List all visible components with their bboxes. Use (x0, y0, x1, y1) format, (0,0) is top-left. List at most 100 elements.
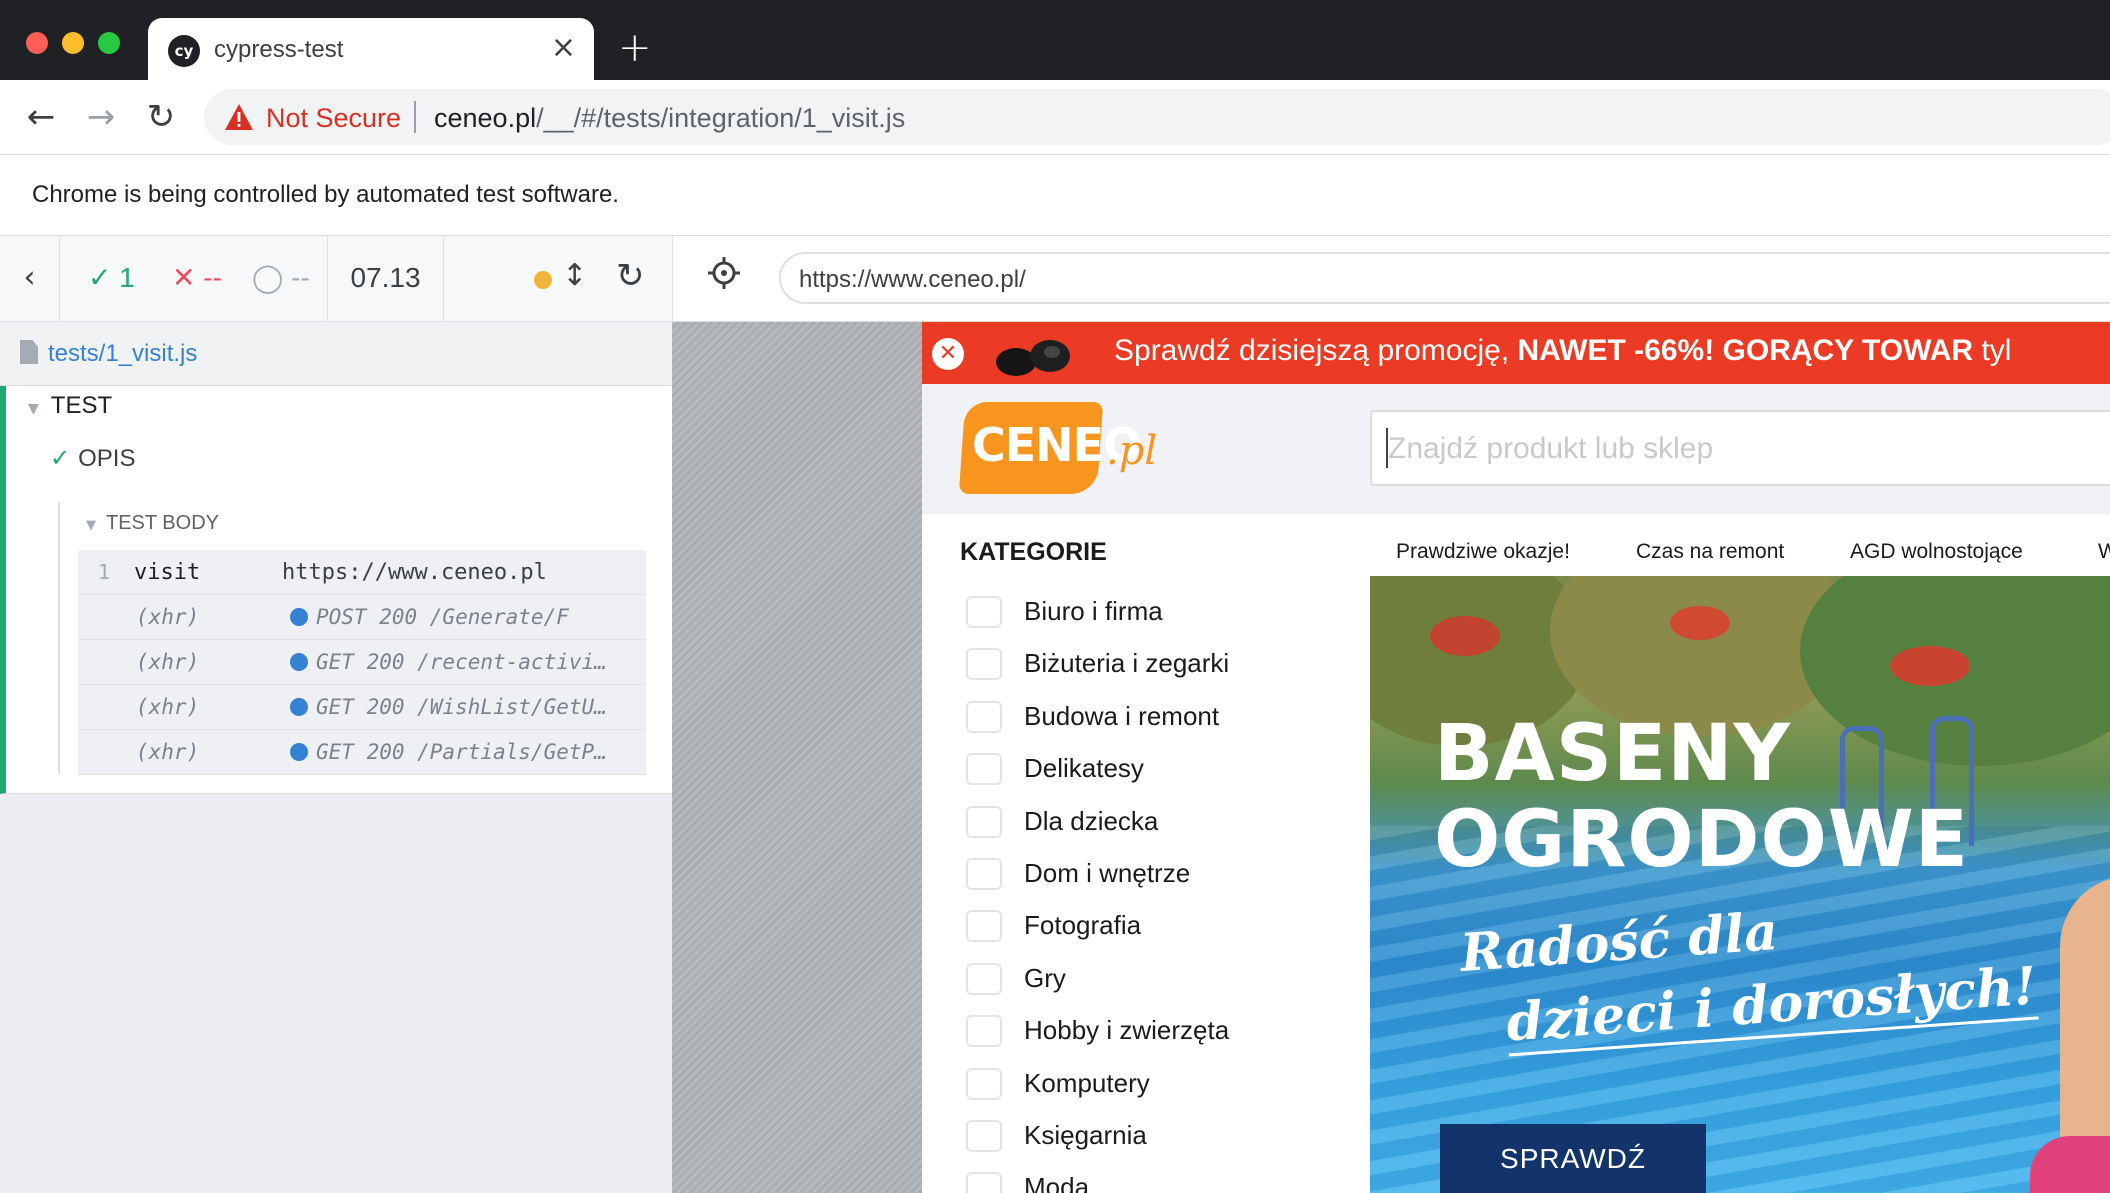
test-stats: ✓ 1 ✕ -- ◯ -- (60, 236, 328, 322)
category-icon (966, 962, 1002, 995)
not-secure-label[interactable]: Not Secure (266, 103, 401, 134)
logo-suffix: .pl (1106, 428, 1158, 474)
category-icon (966, 805, 1002, 838)
category-icon (966, 910, 1002, 943)
reload-icon[interactable]: ↻ (136, 92, 186, 142)
tab-close-icon[interactable]: × (551, 30, 576, 66)
promo-bar[interactable]: ✕ Sprawdź dzisiejszą promocję, NAWET -66… (922, 322, 2110, 384)
failed-stat[interactable]: ✕ -- (172, 262, 222, 294)
category-item[interactable]: Fotografia (966, 902, 1266, 954)
flower-shape (1430, 616, 1500, 656)
top-link[interactable]: AGD wolnostojące (1850, 540, 2023, 564)
category-label: Dom i wnętrze (1024, 857, 1191, 888)
banner-headline-1: BASENY (1434, 709, 1792, 799)
site-header: CENEO .pl Znajdź produkt lub sklep (922, 384, 2110, 514)
running-indicator-icon (534, 271, 552, 289)
aut-viewport-background (672, 322, 922, 1193)
category-item[interactable]: Dla dziecka (966, 798, 1266, 850)
category-item[interactable]: Biżuteria i zegarki (966, 640, 1266, 692)
command-message: POST 200 /Generate/F (316, 605, 569, 629)
check-icon: ✓ (88, 261, 112, 294)
top-links: Prawdziwe okazje! Czas na remont AGD wol… (1396, 540, 2110, 570)
command-row[interactable]: 1 visit https://www.ceneo.pl (78, 550, 646, 595)
promo-text-bold: NAWET -66%! GORĄCY TOWAR (1517, 334, 1974, 367)
top-link[interactable]: Czas na remont (1636, 540, 1784, 564)
command-row[interactable]: (xhr) POST 200 /Generate/F (78, 595, 646, 640)
hook-name: TEST BODY (106, 512, 219, 534)
xhr-status-dot-icon (290, 743, 308, 761)
new-tab-icon[interactable]: + (618, 26, 652, 70)
address-url[interactable]: ceneo.pl/__/#/tests/integration/1_visit.… (434, 103, 905, 134)
command-row[interactable]: (xhr) GET 200 /Partials/GetP… (78, 730, 646, 775)
command-row[interactable]: (xhr) GET 200 /WishList/GetU… (78, 685, 646, 730)
file-icon (20, 340, 38, 364)
autoscroll-toggle-icon[interactable]: ↕ (562, 258, 587, 293)
command-list: 1 visit https://www.ceneo.pl (xhr) POST … (78, 550, 646, 775)
category-item[interactable]: Delikatesy (966, 745, 1266, 797)
command-message-wrap: GET 200 /Partials/GetP… (290, 740, 607, 764)
category-item[interactable]: Gry (966, 955, 1266, 1007)
cypress-favicon-icon: cy (168, 35, 200, 67)
category-icon (966, 596, 1002, 628)
category-label: Biuro i firma (1024, 596, 1163, 626)
command-message: GET 200 /Partials/GetP… (316, 740, 607, 764)
command-message: https://www.ceneo.pl (282, 560, 547, 585)
category-item[interactable]: Budowa i remont (966, 693, 1266, 745)
passed-stat[interactable]: ✓ 1 (88, 262, 135, 294)
collapse-reporter-button[interactable]: ‹ (0, 236, 60, 322)
hook-title[interactable]: ▼ TEST BODY (86, 512, 219, 535)
banner-cta-button[interactable]: SPRAWDŹ (1440, 1124, 1706, 1193)
category-label: Biżuteria i zegarki (1024, 648, 1230, 679)
command-name: (xhr) (136, 740, 200, 764)
forward-arrow-icon[interactable]: → (76, 92, 126, 142)
url-path: /__/#/tests/integration/1_visit.js (536, 103, 906, 133)
ceneo-logo[interactable]: CENEO .pl (958, 402, 1172, 494)
window-zoom-button[interactable] (98, 32, 120, 54)
category-icon (966, 1119, 1002, 1152)
spec-file-link[interactable]: tests/1_visit.js (48, 340, 197, 368)
category-item[interactable]: Moda (966, 1164, 1266, 1193)
category-item[interactable]: Komputery (966, 1060, 1266, 1112)
category-item[interactable]: Hobby i zwierzęta (966, 1007, 1266, 1059)
category-label: Dla dziecka (1024, 805, 1159, 836)
command-number: 1 (98, 560, 111, 584)
command-row[interactable]: (xhr) GET 200 /recent-activi… (78, 640, 646, 685)
command-message-wrap: GET 200 /recent-activi… (290, 650, 607, 674)
category-label: Budowa i remont (1024, 700, 1220, 731)
spec-file-header: tests/1_visit.js (0, 322, 672, 386)
category-item[interactable]: Księgarnia (966, 1112, 1266, 1164)
xhr-status-dot-icon (290, 608, 308, 626)
pending-stat[interactable]: ◯ -- (252, 262, 310, 294)
search-placeholder: Znajdź produkt lub sklep (1388, 432, 1714, 465)
cross-icon: ✕ (172, 261, 196, 294)
promo-close-icon[interactable]: ✕ (932, 338, 964, 370)
category-item[interactable]: Dom i wnętrze (966, 850, 1266, 902)
category-label: Hobby i zwierzęta (1024, 1015, 1230, 1046)
back-arrow-icon[interactable]: ← (16, 92, 66, 142)
test-title[interactable]: ✓ OPIS (50, 444, 135, 473)
category-icon (966, 1015, 1002, 1048)
aut-header: https://www.ceneo.pl/ (672, 236, 2110, 322)
window-minimize-button[interactable] (62, 32, 84, 54)
hook-guide-line (58, 502, 60, 774)
warning-triangle-icon (225, 104, 253, 130)
command-message: GET 200 /recent-activi… (316, 650, 607, 674)
top-link[interactable]: Prawdziwe okazje! (1396, 540, 1570, 564)
top-link[interactable]: We (2098, 540, 2110, 564)
xhr-status-dot-icon (290, 698, 308, 716)
selector-playground-crosshair-icon[interactable] (707, 256, 741, 290)
category-item[interactable]: Biuro i firma (966, 588, 1266, 640)
flower-shape (1890, 646, 1970, 686)
command-message-wrap: GET 200 /WishList/GetU… (290, 695, 607, 719)
window-close-button[interactable] (26, 32, 48, 54)
address-bar[interactable]: Not Secure ceneo.pl/__/#/tests/integrati… (204, 89, 2110, 145)
site-search-input[interactable]: Znajdź produkt lub sklep (1370, 410, 2110, 486)
aut-url-bar[interactable]: https://www.ceneo.pl/ (779, 252, 2110, 304)
category-label: Moda (1024, 1172, 1090, 1193)
suite-title[interactable]: ▼ TEST (28, 392, 112, 420)
browser-tab-active[interactable]: cy cypress-test × (148, 18, 594, 80)
chevron-left-icon: ‹ (23, 260, 36, 295)
rerun-tests-icon[interactable]: ↻ (616, 256, 645, 296)
promo-banner[interactable]: BASENY OGRODOWE Radość dla dzieci i doro… (1370, 576, 2110, 1193)
xhr-status-dot-icon (290, 653, 308, 671)
